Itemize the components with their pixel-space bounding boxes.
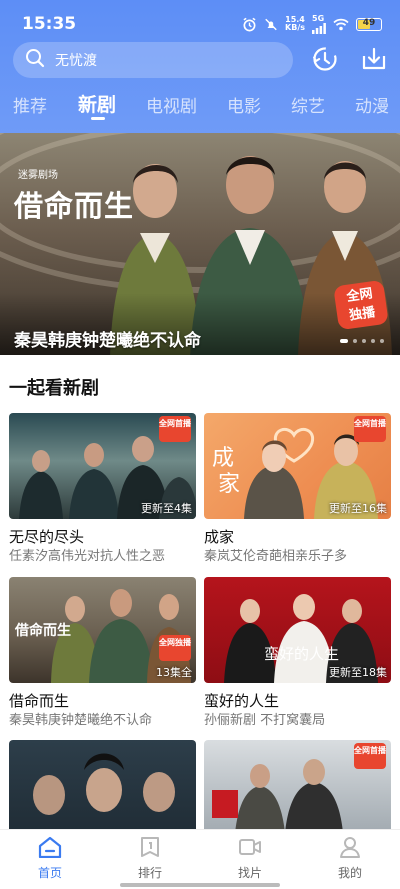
bottom-navigation: 首页 排行 找片 我的 — [0, 829, 400, 889]
section-title: 一起看新剧 — [9, 378, 99, 399]
search-icon — [25, 48, 45, 72]
tab-anime[interactable]: 动漫 — [355, 92, 389, 117]
nav-label: 找片 — [237, 866, 262, 880]
carousel-dot — [340, 339, 348, 343]
episode-label: 更新至4集 — [141, 502, 192, 515]
card-badge: 全网独播 — [159, 635, 191, 661]
carousel-dot — [353, 339, 357, 343]
banner-studio-label: 迷雾剧场 — [18, 170, 58, 181]
card-badge: 全网首播 — [354, 416, 386, 442]
wifi-icon — [333, 18, 349, 31]
signal-label: 5G — [312, 14, 325, 23]
carousel-indicator — [340, 339, 384, 343]
banner-badge-text: 全网独播 — [345, 286, 377, 324]
banner-caption: 秦昊韩庚钟楚曦绝不认命 — [14, 331, 201, 351]
home-indicator[interactable] — [120, 883, 280, 887]
svg-text:家: 家 — [218, 472, 240, 497]
ranking-icon — [139, 837, 161, 862]
drama-card[interactable]: 全网首播 更新至4集 无尽的尽头 任素汐高伟光对抗人性之恶 — [9, 413, 196, 565]
tab-recommend[interactable]: 推荐 — [13, 92, 47, 117]
drama-card[interactable]: 借命而生 全网独播 13集全 借命而生 秦昊韩庚钟楚曦绝不认命 — [9, 577, 196, 729]
svg-text:借命而生: 借命而生 — [14, 622, 71, 639]
banner-exclusive-badge: 全网独播 — [333, 279, 389, 331]
tab-tv-series[interactable]: 电视剧 — [146, 92, 197, 117]
nav-label: 排行 — [137, 866, 162, 880]
nav-home[interactable]: 首页 — [20, 836, 80, 881]
nav-profile[interactable]: 我的 — [320, 836, 380, 881]
card-desc: 秦昊韩庚钟楚曦绝不认命 — [9, 713, 153, 728]
net-speed: 15.4 KB/s — [285, 16, 305, 32]
card-title: 无尽的尽头 — [9, 528, 85, 546]
episode-label: 更新至18集 — [329, 666, 387, 679]
nav-label: 我的 — [337, 866, 362, 880]
episode-label: 更新至16集 — [329, 502, 387, 515]
card-desc: 任素汐高伟光对抗人性之恶 — [9, 549, 166, 564]
battery-level: 49 — [362, 17, 376, 28]
signal-5g-icon: 5G — [312, 14, 326, 34]
status-bar: 15:35 15.4 KB/s 5G 49 — [0, 0, 400, 46]
net-speed-unit: KB/s — [285, 23, 305, 32]
status-icons: 15.4 KB/s 5G 49 — [242, 14, 382, 34]
drama-card[interactable]: 蛮好的人生 更新至18集 蛮好的人生 孙俪新剧 不打窝囊局 — [204, 577, 391, 729]
video-search-icon — [238, 839, 262, 862]
banner-title-art: 借命而生 — [14, 189, 135, 223]
carousel-dot — [371, 339, 375, 343]
card-badge: 全网首播 — [354, 743, 386, 769]
category-tabs: 推荐 新剧 电视剧 电影 综艺 动漫 — [0, 88, 400, 124]
status-time: 15:35 — [22, 14, 77, 34]
svg-text:蛮好的人生: 蛮好的人生 — [264, 645, 339, 663]
search-bar[interactable]: 无忧渡 — [13, 42, 293, 78]
episode-label: 13集全 — [156, 666, 192, 679]
card-desc: 孙俪新剧 不打窝囊局 — [204, 713, 326, 728]
card-badge: 全网首播 — [159, 416, 191, 442]
drama-card[interactable]: 成 家 全网首播 更新至16集 成家 秦岚艾伦奇葩相亲乐子多 — [204, 413, 391, 565]
alarm-icon — [242, 17, 257, 32]
profile-icon — [339, 837, 361, 862]
home-icon — [38, 836, 62, 862]
carousel-dot — [362, 339, 366, 343]
card-title: 成家 — [204, 528, 235, 546]
card-desc: 秦岚艾伦奇葩相亲乐子多 — [204, 549, 348, 564]
drama-poster: 蛮好的人生 更新至18集 — [204, 577, 391, 683]
active-tab-indicator — [91, 117, 105, 120]
card-title: 借命而生 — [9, 692, 70, 710]
drama-poster: 全网首播 更新至4集 — [9, 413, 196, 519]
drama-poster: 借命而生 全网独播 13集全 — [9, 577, 196, 683]
carousel-dot — [380, 339, 384, 343]
card-title: 蛮好的人生 — [204, 692, 280, 710]
nav-find[interactable]: 找片 — [220, 836, 280, 881]
search-placeholder: 无忧渡 — [55, 53, 97, 69]
mute-icon — [264, 17, 278, 32]
tab-movies[interactable]: 电影 — [227, 92, 261, 117]
battery-icon: 49 — [356, 17, 382, 31]
tab-new-drama[interactable]: 新剧 — [78, 90, 116, 117]
nav-ranking[interactable]: 排行 — [120, 836, 180, 881]
download-history-icon[interactable] — [311, 45, 339, 75]
download-icon[interactable] — [360, 45, 388, 75]
tab-variety[interactable]: 综艺 — [291, 92, 325, 117]
drama-poster: 成 家 全网首播 更新至16集 — [204, 413, 391, 519]
nav-label: 首页 — [37, 866, 62, 880]
svg-text:成: 成 — [212, 446, 234, 471]
